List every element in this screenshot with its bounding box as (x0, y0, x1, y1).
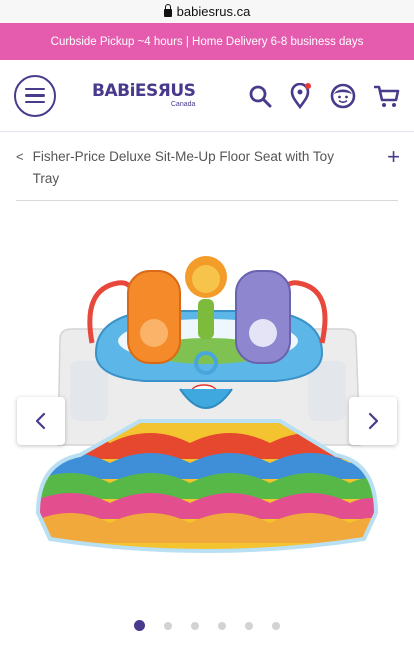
search-icon[interactable] (248, 84, 272, 108)
menu-icon-line (25, 87, 45, 91)
logo-wordmark: BABiESЯUS (92, 81, 196, 101)
logo-subtitle: Canada (170, 101, 196, 108)
promo-text: Curbside Pickup ~4 hours | Home Delivery… (50, 35, 364, 48)
promo-banner: Curbside Pickup ~4 hours | Home Delivery… (0, 23, 414, 60)
pagination-dot[interactable] (191, 621, 199, 630)
url-text: babiesrus.ca (176, 4, 251, 19)
pagination-dot[interactable] (245, 621, 253, 630)
chevron-left-icon (35, 412, 46, 430)
pagination-dot[interactable] (218, 621, 226, 630)
pagination-dot[interactable] (164, 621, 172, 630)
chevron-right-icon (368, 412, 379, 430)
back-link[interactable]: < (16, 146, 24, 168)
site-header: BABiESЯUS Canada (0, 60, 414, 132)
cart-icon[interactable] (374, 84, 400, 108)
pagination-dot[interactable] (272, 621, 280, 630)
expand-plus-icon[interactable]: + (387, 146, 400, 168)
product-title: Fisher-Price Deluxe Sit-Me-Up Floor Seat… (32, 149, 334, 186)
gallery-prev-button[interactable] (17, 397, 65, 445)
breadcrumb: < Fisher-Price Deluxe Sit-Me-Up Floor Se… (0, 132, 414, 200)
browser-url-bar[interactable]: babiesrus.ca (0, 0, 414, 23)
lock-icon (163, 3, 172, 17)
account-face-icon[interactable] (330, 83, 356, 109)
menu-icon-line (25, 100, 45, 104)
site-logo[interactable]: BABiESЯUS Canada (92, 81, 196, 109)
gallery-next-button[interactable] (349, 397, 397, 445)
location-pin-icon[interactable] (290, 82, 312, 109)
gallery-pagination (0, 620, 414, 631)
header-icons (248, 82, 400, 109)
menu-button[interactable] (14, 74, 56, 117)
product-image-gallery[interactable] (0, 201, 414, 591)
menu-icon-line (25, 94, 45, 97)
pagination-dot[interactable] (134, 620, 145, 631)
